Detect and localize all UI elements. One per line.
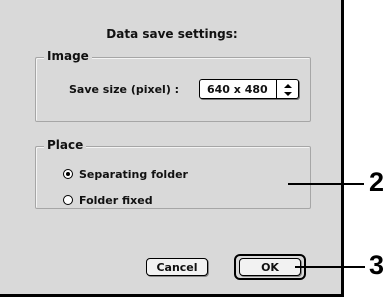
radio-label: Folder fixed <box>79 194 153 207</box>
cancel-button[interactable]: Cancel <box>146 258 208 276</box>
ok-button[interactable]: OK <box>239 258 301 276</box>
up-down-arrows-icon <box>284 84 292 96</box>
callout-line-ok <box>295 266 365 268</box>
dialog-title: Data save settings: <box>106 27 238 41</box>
callout-number-ok: 3 <box>369 250 385 280</box>
popup-divider <box>276 80 277 98</box>
image-group: Image Save size (pixel) : 640 x 480 <box>35 49 311 122</box>
save-size-popup[interactable]: 640 x 480 <box>199 79 299 99</box>
place-group: Place Separating folder Folder fixed <box>35 138 311 209</box>
radio-label: Separating folder <box>79 168 188 181</box>
radio-button-selected[interactable] <box>63 169 73 179</box>
callout-number-place: 2 <box>369 167 385 197</box>
save-size-label: Save size (pixel) : <box>69 83 180 96</box>
place-group-legend: Place <box>44 138 87 152</box>
callout-line-place <box>288 183 364 185</box>
save-size-value: 640 x 480 <box>207 83 268 96</box>
radio-button-unselected[interactable] <box>63 195 73 205</box>
image-group-legend: Image <box>44 49 92 63</box>
data-save-settings-dialog: Data save settings: Image Save size (pix… <box>0 0 344 297</box>
